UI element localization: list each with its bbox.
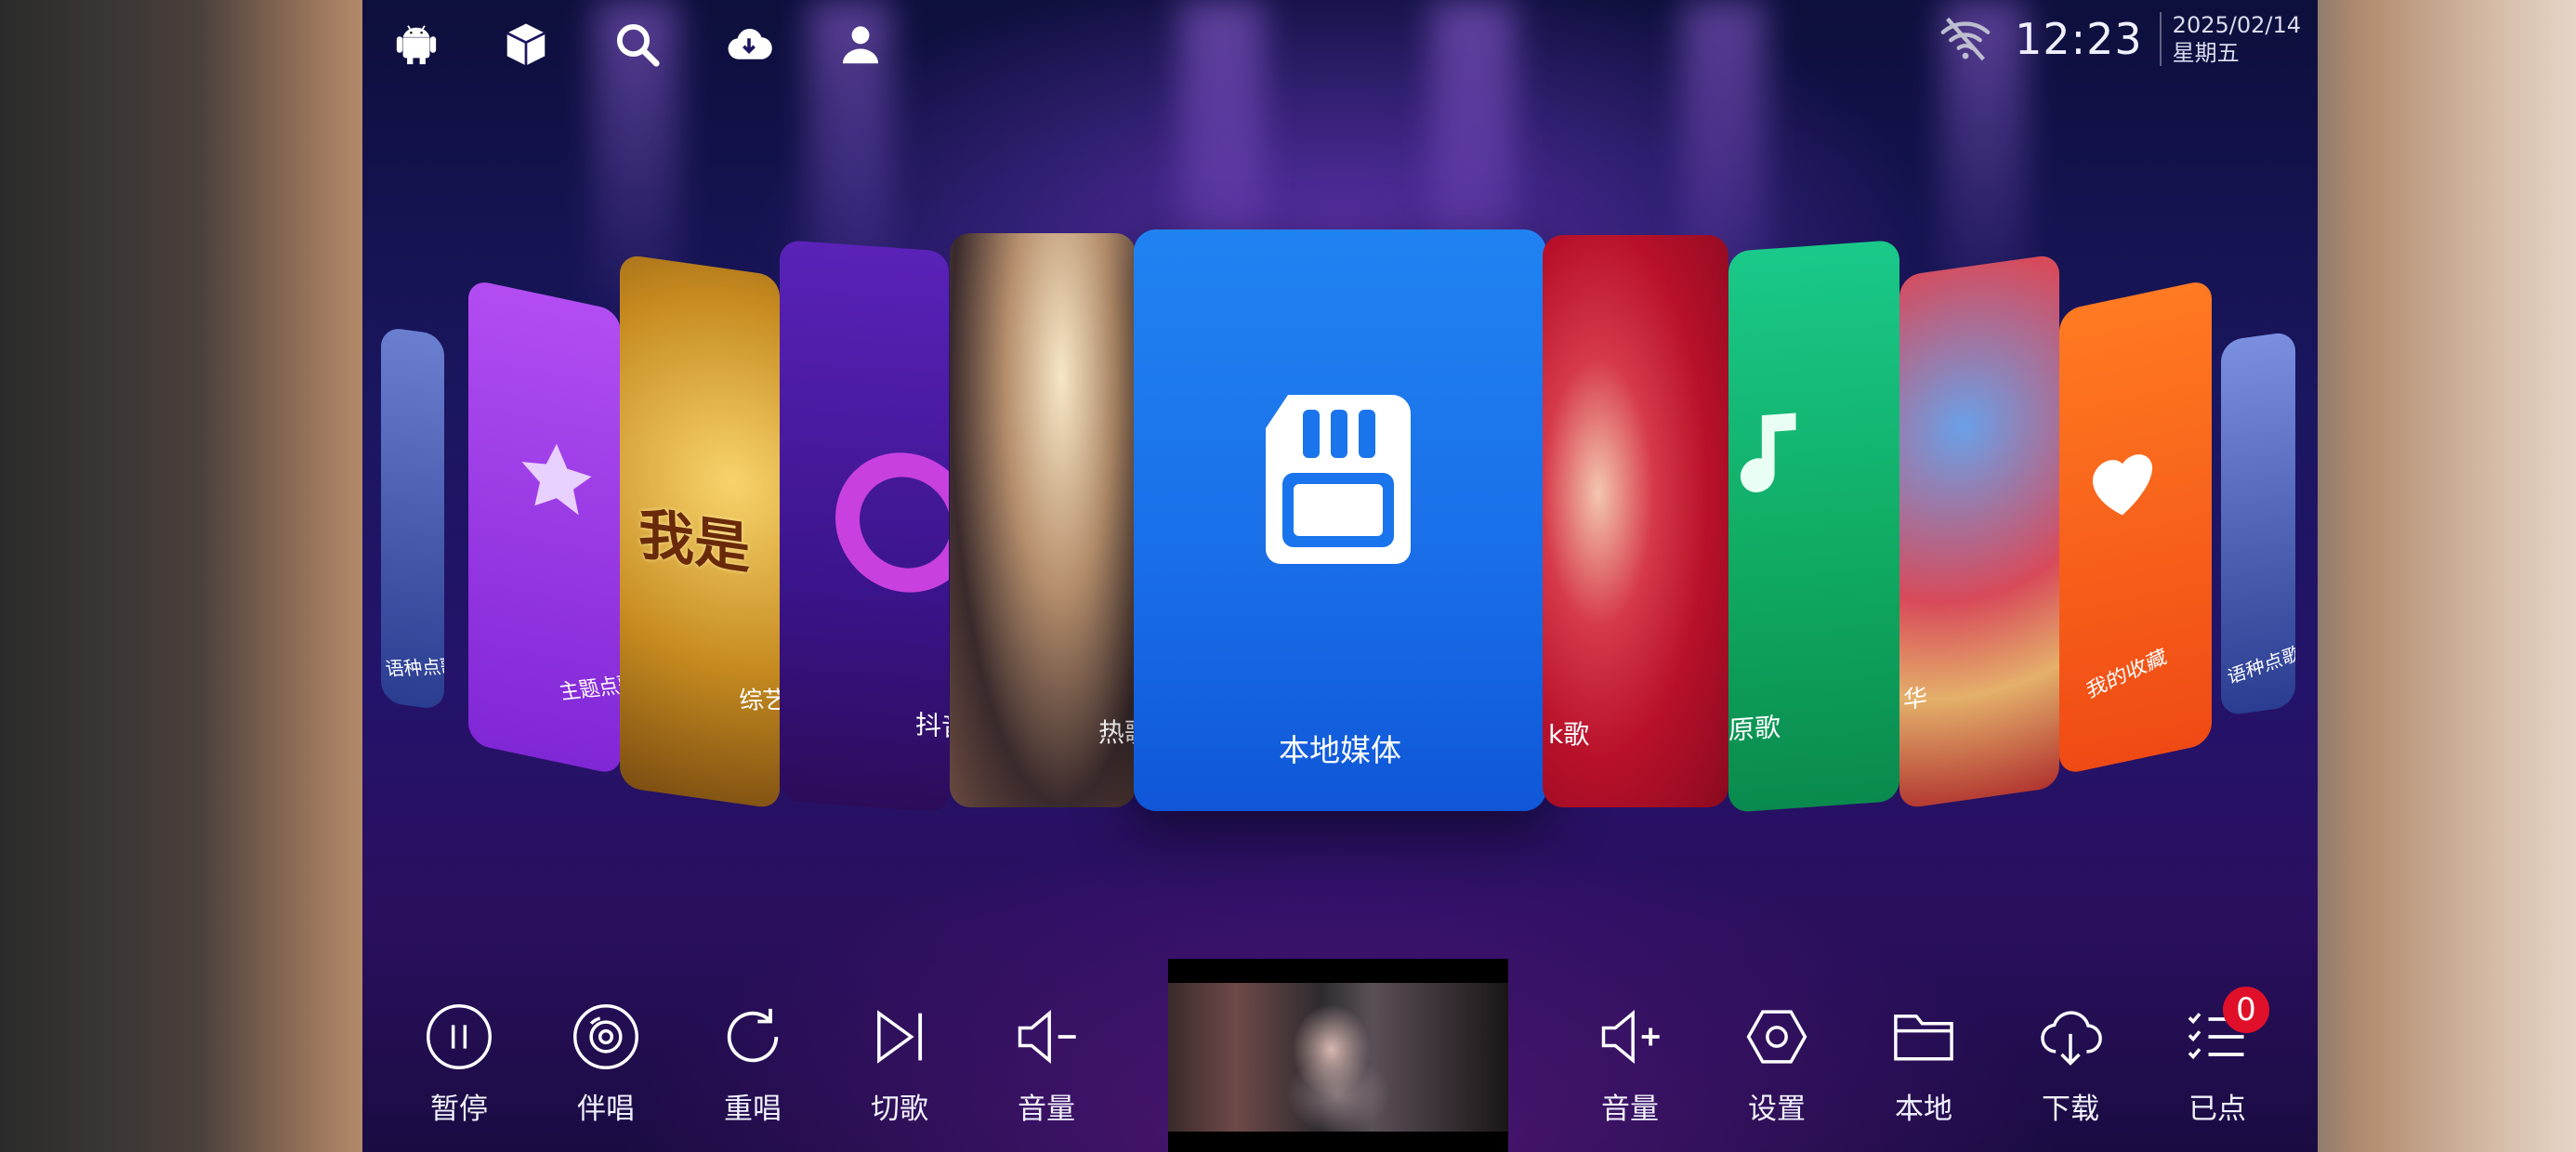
card-language-right[interactable]: 语种点歌 (2221, 331, 2295, 717)
card-favorites[interactable]: 我的收藏 (2059, 279, 2212, 776)
accompaniment-button[interactable]: 伴唱 (550, 1001, 662, 1127)
sd-card-icon (1266, 395, 1411, 564)
replay-icon (727, 1008, 779, 1063)
card-theme[interactable]: 主题点歌 (468, 279, 621, 776)
volume-down-icon (1018, 1009, 1076, 1065)
replay-button[interactable]: 重唱 (697, 1001, 808, 1127)
heart-icon (2093, 454, 2152, 516)
weekday: 星期五 (2172, 40, 2240, 66)
user-icon[interactable] (833, 17, 888, 72)
search-icon[interactable] (610, 17, 665, 72)
pause-button[interactable]: 暂停 (403, 1001, 515, 1127)
download-button[interactable]: 下载 (2015, 1001, 2126, 1127)
settings-button[interactable]: 设置 (1721, 1001, 1833, 1127)
card-k-songs[interactable]: k歌 (1543, 235, 1728, 807)
android-icon[interactable] (388, 17, 444, 72)
karaoke-home-screen: 12:23 2025/02/14 星期五 语种点歌 主题点歌 我是 综艺 抖音 … (362, 0, 2318, 1152)
queue-count-badge: 0 (2223, 987, 2269, 1033)
card-local-media[interactable]: 本地媒体 (1134, 229, 1546, 811)
volume-up-button[interactable]: 音量 (1574, 1001, 1686, 1127)
card-douyin[interactable]: 抖音 (780, 240, 949, 813)
pause-icon (427, 1004, 492, 1069)
package-icon[interactable] (498, 17, 554, 72)
wifi-off-icon (1940, 17, 1991, 61)
date-display: 2025/02/14 星期五 (2173, 11, 2301, 67)
card-local-media-label: 本地媒体 (1279, 732, 1401, 768)
disc-icon (573, 1004, 638, 1069)
cloud-download-icon[interactable] (721, 17, 777, 72)
clock: 12:23 (2015, 14, 2143, 64)
local-button[interactable]: 本地 (1868, 1001, 1979, 1127)
video-preview[interactable] (1168, 959, 1508, 1152)
blurred-background-left (0, 0, 362, 1152)
star-icon (521, 443, 592, 516)
card-language[interactable]: 语种点歌 (381, 326, 444, 711)
card-variety[interactable]: 我是 综艺 (620, 254, 780, 810)
volume-up-icon (1601, 1009, 1660, 1065)
settings-icon (1746, 1010, 1807, 1064)
volume-down-button[interactable]: 音量 (991, 1001, 1102, 1127)
skip-song-button[interactable]: 切歌 (844, 1001, 955, 1127)
music-note-icon (1740, 412, 1796, 492)
card-opera[interactable]: 华 (1899, 254, 2059, 810)
folder-icon (1894, 1015, 1953, 1061)
card-original-songs[interactable]: 原歌 (1728, 240, 1899, 813)
date: 2025/02/14 (2172, 12, 2301, 38)
cloud-download-icon (2041, 1011, 2102, 1066)
status-area: 12:23 2025/02/14 星期五 (1939, 11, 2301, 67)
skip-next-icon (877, 1010, 923, 1064)
card-hot-songs[interactable]: 热歌 (950, 233, 1136, 807)
